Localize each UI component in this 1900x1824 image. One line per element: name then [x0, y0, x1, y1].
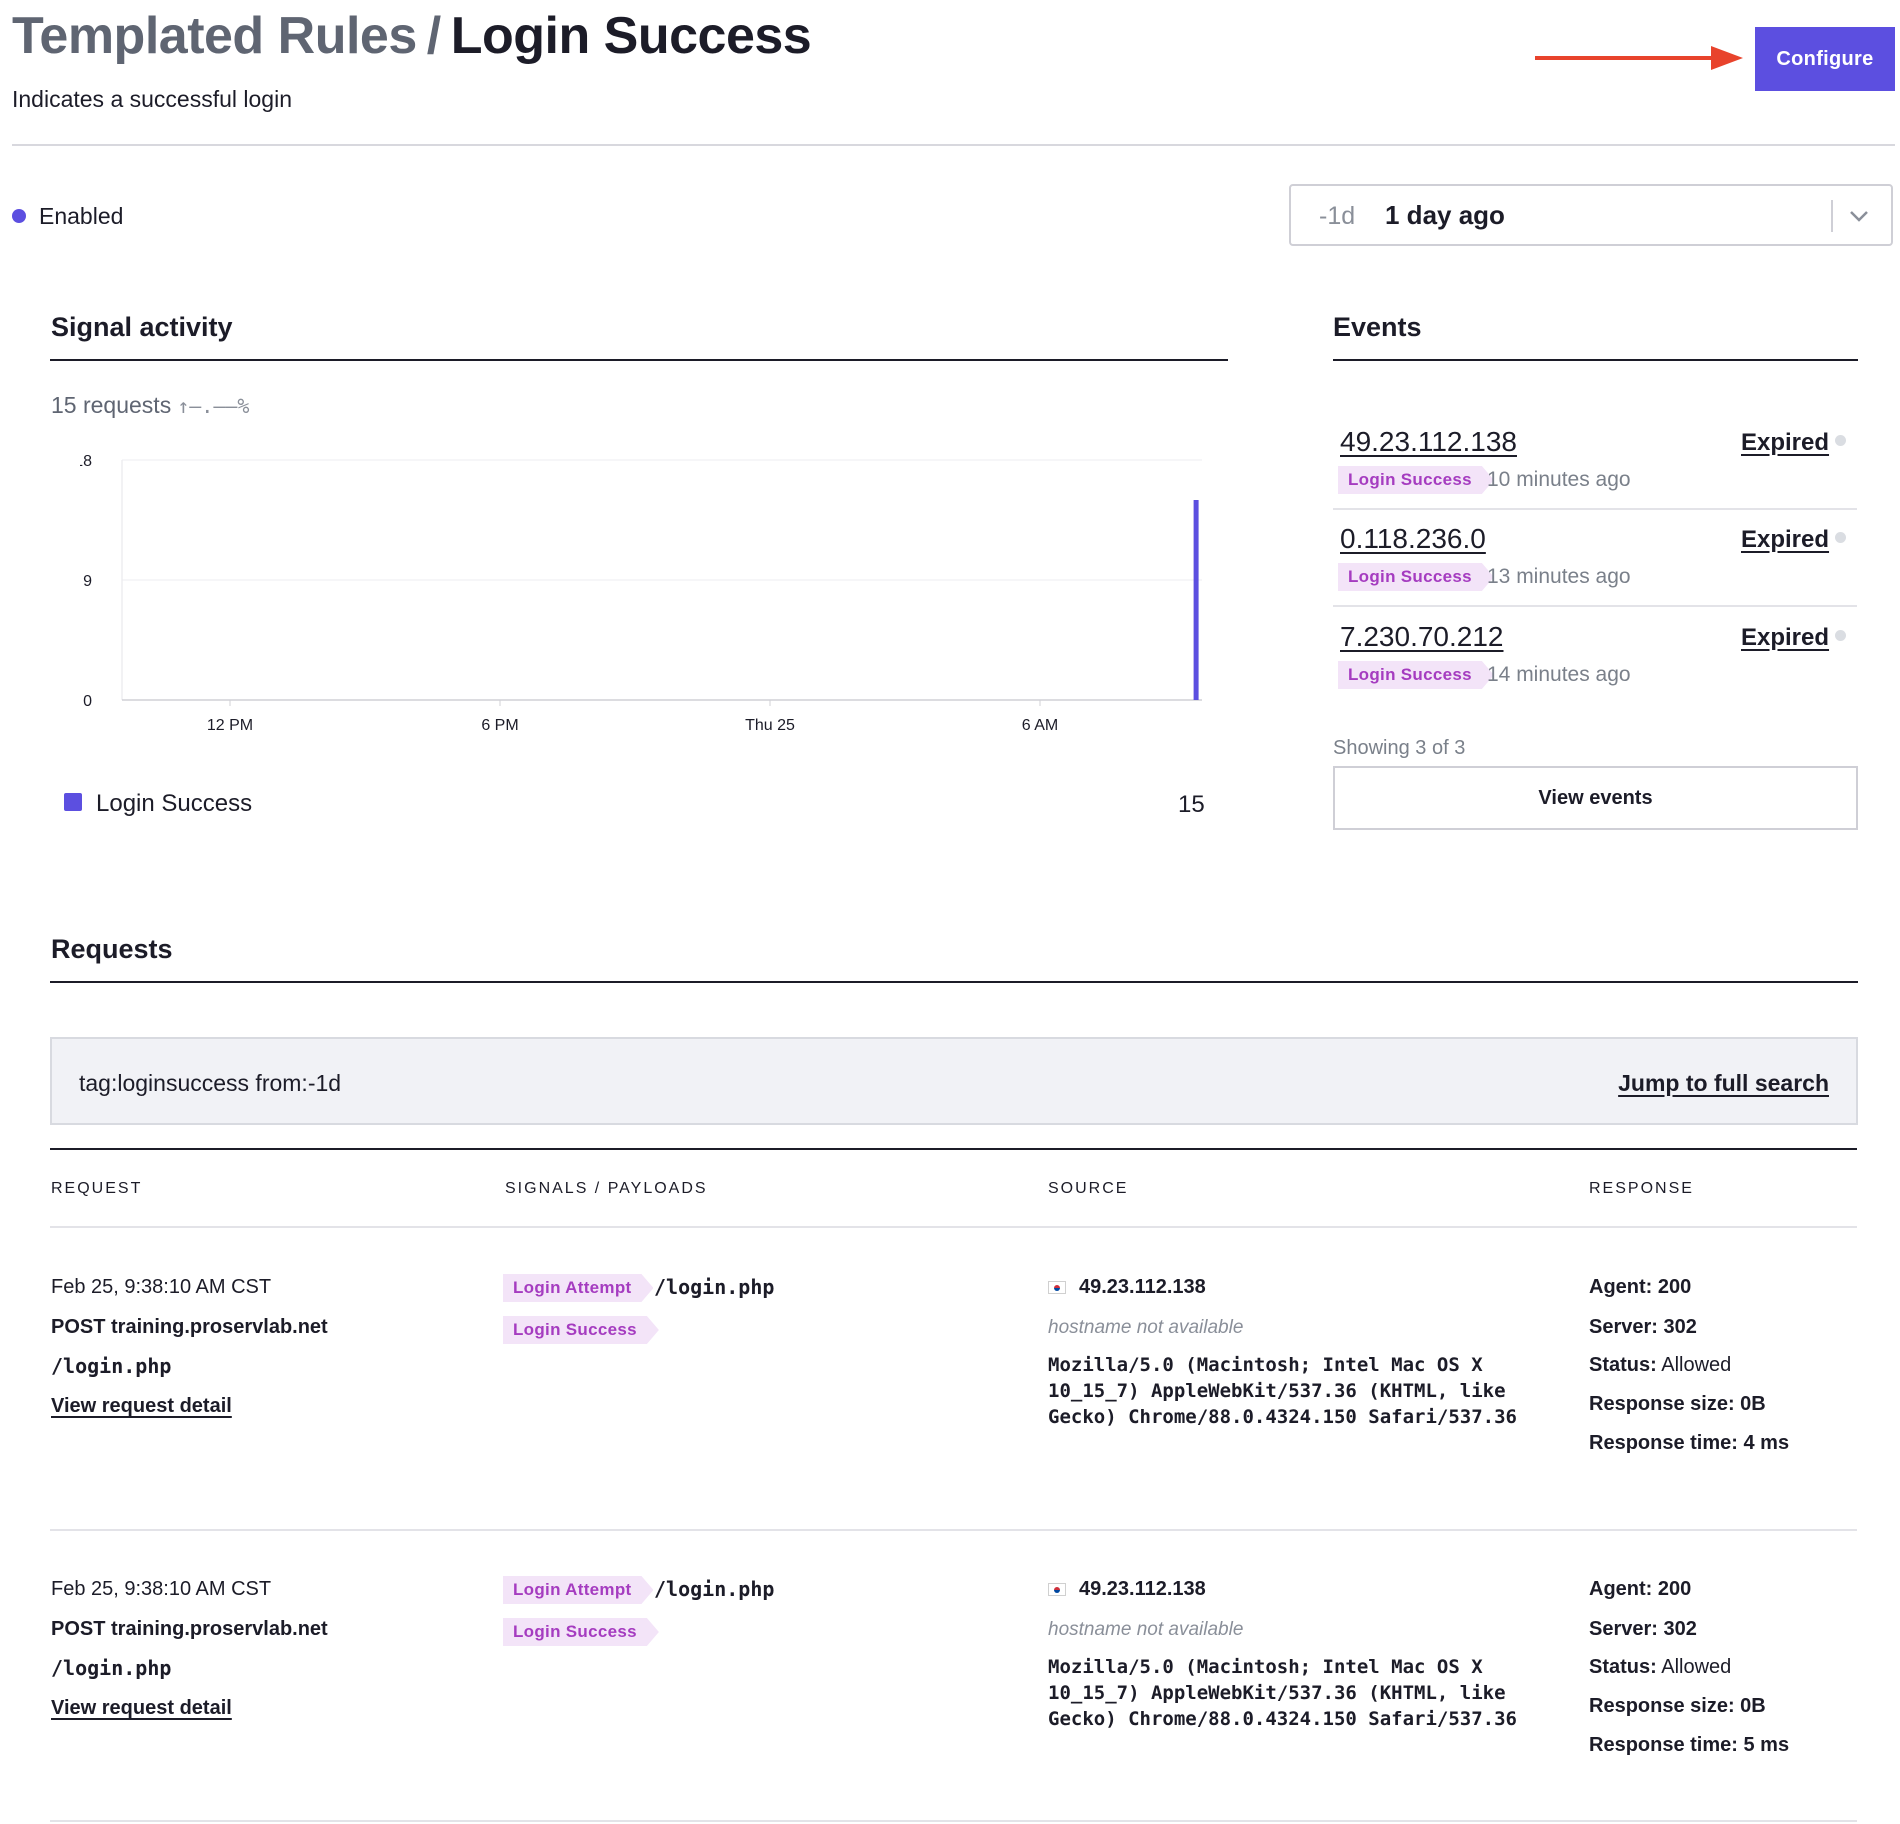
event-ip-link[interactable]: 7.230.70.212 [1340, 621, 1504, 653]
signal-activity-rule [50, 359, 1228, 361]
signal-tag-login-success[interactable]: Login Success [503, 1618, 659, 1646]
user-agent: Mozilla/5.0 (Macintosh; Intel Mac OS X 1… [1048, 1354, 1517, 1428]
status-indicator-dot [12, 209, 26, 223]
time-range-label: 1 day ago [1385, 200, 1505, 230]
response-time: Response time: 4 ms [1589, 1432, 1790, 1454]
requests-summary: 15 requests ↑–.––% [51, 392, 249, 419]
request-method-host: POST training.proservlab.net [51, 1316, 328, 1338]
breadcrumb-separator: / [426, 7, 441, 65]
request-timestamp: Feb 25, 9:38:10 AM CST [51, 1276, 272, 1298]
chart-y-tick-label: 9 [83, 573, 92, 590]
response-agent: Agent: 200 [1589, 1276, 1692, 1298]
row-divider [50, 1820, 1857, 1822]
request-method-host: POST training.proservlab.net [51, 1618, 328, 1640]
event-time: 10 minutes ago [1487, 468, 1631, 491]
event-time: 14 minutes ago [1487, 663, 1631, 686]
south-korea-flag-icon [1048, 1583, 1066, 1596]
jump-to-full-search-link[interactable]: Jump to full search [1618, 1070, 1829, 1097]
events-title: Events [1333, 312, 1422, 342]
signal-tag-login-attempt[interactable]: Login Attempt [503, 1576, 653, 1604]
search-query[interactable]: tag:loginsuccess from:-1d [79, 1070, 341, 1097]
view-request-detail-link[interactable]: View request detail [51, 1395, 232, 1418]
time-range-select[interactable]: -1d 1 day ago [1289, 184, 1893, 246]
view-request-detail-link[interactable]: View request detail [51, 1697, 232, 1720]
rule-status: Enabled [39, 203, 124, 229]
response-agent: Agent: 200 [1589, 1578, 1692, 1600]
signal-tag-login-success[interactable]: Login Success [503, 1316, 659, 1344]
event-ip-link[interactable]: 49.23.112.138 [1340, 426, 1517, 458]
table-top-rule [50, 1148, 1857, 1150]
events-count: Showing 3 of 3 [1333, 737, 1466, 759]
source-ip: 49.23.112.138 [1079, 1276, 1206, 1298]
row-divider [50, 1529, 1857, 1531]
source-hostname: hostname not available [1048, 1317, 1244, 1338]
chart-y-tick-label: 0 [83, 693, 92, 710]
legend-value: 15 [1178, 791, 1205, 818]
column-header-response: RESPONSE [1589, 1180, 1694, 1197]
response-server: Server: 302 [1589, 1618, 1697, 1640]
requests-count: 15 requests [51, 392, 172, 418]
select-separator [1831, 200, 1833, 232]
event-status-dot [1835, 532, 1846, 543]
chart-x-tick-label: 12 PM [207, 717, 253, 734]
user-agent: Mozilla/5.0 (Macintosh; Intel Mac OS X 1… [1048, 1656, 1517, 1730]
signal-payload: /login.php [654, 1577, 775, 1601]
request-path: /login.php [51, 1656, 172, 1680]
source-ip: 49.23.112.138 [1079, 1578, 1206, 1600]
event-status-dot [1835, 435, 1846, 446]
chevron-down-icon[interactable] [1847, 204, 1871, 228]
requests-rule [50, 981, 1858, 983]
event-signal-tag: Login Success [1338, 563, 1494, 591]
signal-payload: /login.php [654, 1275, 775, 1299]
signal-activity-chart: 0 9 18 12 PM 6 PM Thu 25 6 AM [80, 453, 1202, 734]
response-status: Status: Allowed [1589, 1656, 1732, 1678]
event-status-link[interactable]: Expired [1741, 429, 1829, 457]
events-rule [1333, 359, 1858, 361]
response-time: Response time: 5 ms [1589, 1734, 1790, 1756]
signal-tag-login-attempt[interactable]: Login Attempt [503, 1274, 653, 1302]
request-timestamp: Feb 25, 9:38:10 AM CST [51, 1578, 272, 1600]
south-korea-flag-icon [1048, 1281, 1066, 1294]
rule-title: Login Success [450, 7, 812, 65]
view-events-button[interactable]: View events [1333, 766, 1858, 830]
event-signal-tag: Login Success [1338, 466, 1494, 494]
event-status-link[interactable]: Expired [1741, 526, 1829, 554]
legend-label: Login Success [96, 790, 253, 817]
column-header-source: SOURCE [1048, 1180, 1129, 1197]
page-title: Templated Rules / Login Success [12, 6, 812, 66]
response-server: Server: 302 [1589, 1316, 1697, 1338]
response-size: Response size: 0B [1589, 1695, 1766, 1717]
annotation-arrow-icon [1535, 46, 1743, 70]
source-hostname: hostname not available [1048, 1619, 1244, 1640]
table-header-rule [50, 1226, 1857, 1228]
chart-x-tick-label: Thu 25 [745, 717, 795, 734]
column-header-signals: SIGNALS / PAYLOADS [505, 1180, 708, 1197]
response-status: Status: Allowed [1589, 1354, 1732, 1376]
requests-delta: ↑–.––% [177, 394, 250, 418]
chart-y-tick-label: 18 [80, 453, 92, 470]
chart-x-tick-label: 6 AM [1022, 717, 1058, 734]
chart-bar [1193, 500, 1199, 700]
request-path: /login.php [51, 1354, 172, 1378]
column-header-request: REQUEST [51, 1180, 143, 1197]
legend-swatch [64, 793, 82, 811]
event-time: 13 minutes ago [1487, 565, 1631, 588]
rule-description: Indicates a successful login [12, 86, 292, 112]
header-divider [12, 144, 1895, 146]
event-divider [1333, 605, 1857, 607]
response-size: Response size: 0B [1589, 1393, 1766, 1415]
search-query-box[interactable]: tag:loginsuccess from:-1d Jump to full s… [50, 1037, 1858, 1125]
event-ip-link[interactable]: 0.118.236.0 [1340, 523, 1486, 555]
time-range-code: -1d [1319, 202, 1356, 230]
event-signal-tag: Login Success [1338, 661, 1494, 689]
configure-button[interactable]: Configure [1755, 27, 1895, 91]
chart-x-tick-label: 6 PM [481, 717, 518, 734]
event-status-dot [1835, 630, 1846, 641]
requests-title: Requests [51, 934, 173, 964]
event-status-link[interactable]: Expired [1741, 624, 1829, 652]
event-divider [1333, 508, 1857, 510]
breadcrumb-templated-rules[interactable]: Templated Rules [12, 7, 417, 65]
signal-activity-title: Signal activity [51, 312, 233, 342]
